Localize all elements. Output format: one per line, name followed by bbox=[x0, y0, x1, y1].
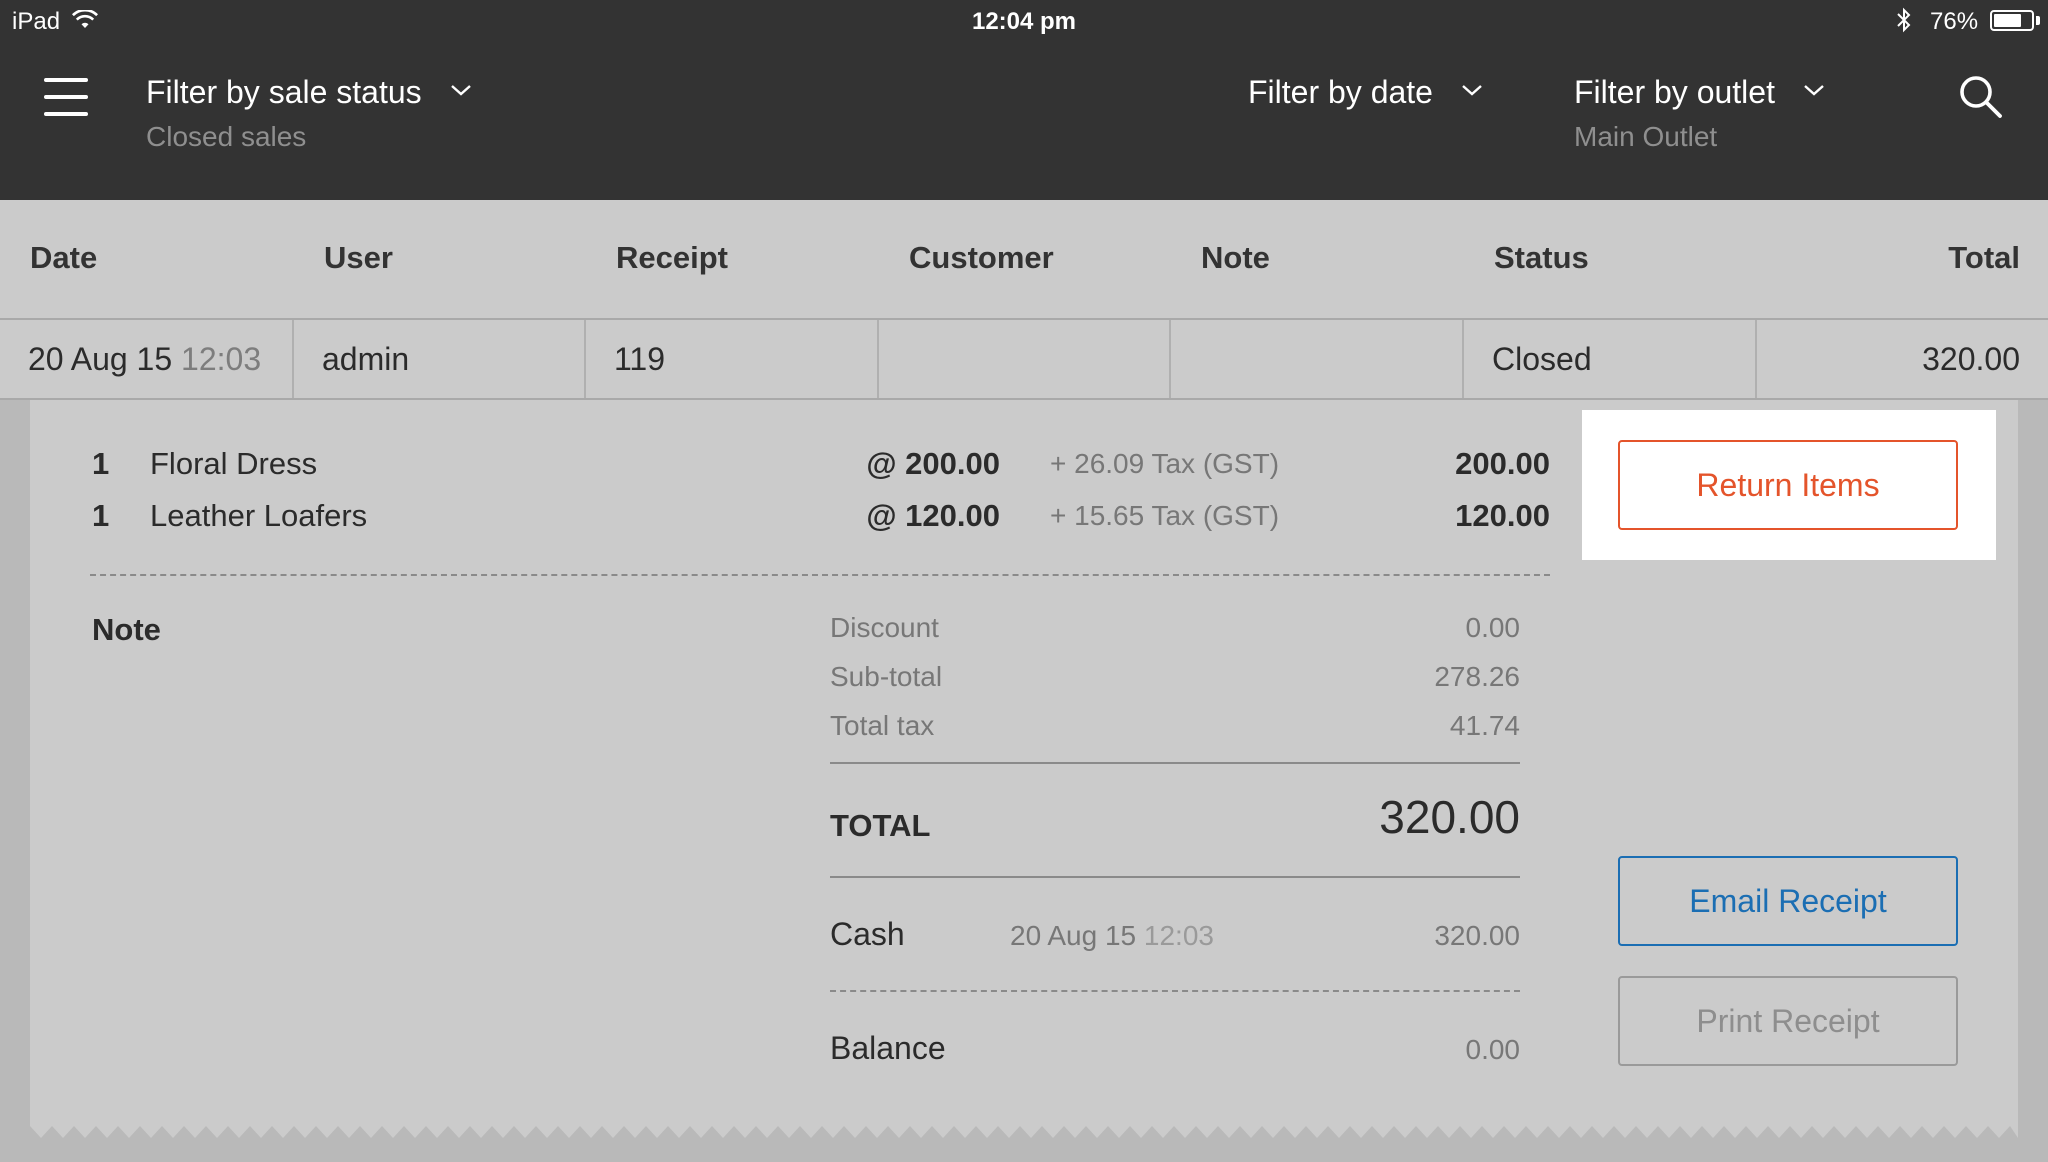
total-tax-row: Total tax 41.74 bbox=[830, 710, 1520, 750]
column-header-status[interactable]: Status bbox=[1494, 240, 1589, 276]
item-name: Floral Dress bbox=[150, 446, 318, 481]
search-icon[interactable] bbox=[1958, 74, 2004, 120]
payment-datetime: 20 Aug 15 12:03 bbox=[1010, 920, 1214, 952]
bluetooth-icon bbox=[1896, 7, 1912, 40]
payment-divider bbox=[830, 990, 1520, 992]
filter-outlet-label: Filter by outlet bbox=[1574, 74, 1775, 110]
item-unit-price: @ 120.00 bbox=[866, 498, 1000, 533]
battery-icon bbox=[1990, 10, 2034, 31]
summary-divider bbox=[830, 762, 1520, 764]
chevron-down-icon bbox=[1803, 83, 1825, 102]
chevron-down-icon bbox=[450, 83, 472, 102]
filter-sale-status-label: Filter by sale status bbox=[146, 74, 422, 110]
cell-note bbox=[1171, 320, 1464, 398]
battery-percent: 76% bbox=[1930, 8, 1979, 35]
balance-row: Balance 0.00 bbox=[830, 1030, 1520, 1074]
cell-status: Closed bbox=[1464, 320, 1757, 398]
column-header-user[interactable]: User bbox=[324, 240, 393, 276]
items-divider bbox=[90, 574, 1550, 576]
print-receipt-button[interactable]: Print Receipt bbox=[1618, 976, 1958, 1066]
cell-date: 20 Aug 15 12:03 bbox=[0, 320, 294, 398]
clock: 12:04 pm bbox=[971, 8, 1077, 35]
chevron-down-icon bbox=[1461, 83, 1483, 102]
sale-date: 20 Aug 15 bbox=[28, 341, 173, 377]
cell-total: 320.00 bbox=[1922, 341, 2020, 377]
cell-user: admin bbox=[294, 320, 586, 398]
payment-method: Cash bbox=[830, 916, 905, 952]
item-line-total: 120.00 bbox=[1455, 498, 1550, 533]
note-label: Note bbox=[92, 612, 161, 647]
item-quantity: 1 bbox=[92, 498, 110, 533]
line-item: 1 Leather Loafers @ 120.00 + 15.65 Tax (… bbox=[92, 498, 1550, 548]
payment-amount: 320.00 bbox=[1434, 920, 1520, 951]
filter-sale-status[interactable]: Filter by sale status Closed sales bbox=[146, 74, 472, 153]
total-divider bbox=[830, 876, 1520, 878]
column-header-receipt[interactable]: Receipt bbox=[616, 240, 728, 276]
hamburger-menu-icon[interactable] bbox=[44, 78, 88, 118]
subtotal-label: Sub-total bbox=[830, 661, 943, 692]
discount-value: 0.00 bbox=[1465, 612, 1521, 643]
filter-outlet-value: Main Outlet bbox=[1574, 121, 1718, 152]
item-name: Leather Loafers bbox=[150, 498, 368, 533]
cell-customer bbox=[879, 320, 1171, 398]
battery-nub bbox=[2036, 16, 2040, 25]
grand-total-row: TOTAL 320.00 bbox=[830, 790, 1520, 850]
item-quantity: 1 bbox=[92, 446, 110, 481]
payment-date: 20 Aug 15 bbox=[1010, 920, 1137, 951]
column-header-date[interactable]: Date bbox=[30, 240, 97, 276]
grand-total-value: 320.00 bbox=[1379, 791, 1520, 843]
item-unit-price: @ 200.00 bbox=[866, 446, 1000, 481]
sales-table-header: Date User Receipt Customer Note Status T… bbox=[0, 200, 2048, 320]
payment-time: 12:03 bbox=[1143, 920, 1214, 951]
grand-total-label: TOTAL bbox=[830, 808, 931, 843]
total-tax-label: Total tax bbox=[830, 710, 935, 741]
table-row[interactable]: 20 Aug 15 12:03 admin 119 Closed 320.00 bbox=[0, 320, 2048, 400]
item-tax: + 26.09 Tax (GST) bbox=[1050, 448, 1280, 479]
column-header-customer[interactable]: Customer bbox=[909, 240, 1054, 276]
email-receipt-button[interactable]: Email Receipt bbox=[1618, 856, 1958, 946]
sale-time: 12:03 bbox=[181, 341, 262, 377]
return-items-button[interactable]: Return Items bbox=[1618, 440, 1958, 530]
status-bar: iPad 12:04 pm 76% bbox=[0, 0, 2048, 42]
subtotal-row: Sub-total 278.26 bbox=[830, 661, 1520, 701]
top-bar: iPad 12:04 pm 76% Filter by sale status … bbox=[0, 0, 2048, 200]
column-header-note[interactable]: Note bbox=[1201, 240, 1270, 276]
discount-label: Discount bbox=[830, 612, 939, 643]
receipt-torn-edge bbox=[30, 1124, 2018, 1138]
line-item: 1 Floral Dress @ 200.00 + 26.09 Tax (GST… bbox=[92, 446, 1550, 496]
discount-row: Discount 0.00 bbox=[830, 612, 1520, 652]
balance-label: Balance bbox=[830, 1030, 946, 1066]
filter-date-label: Filter by date bbox=[1248, 74, 1433, 110]
cell-receipt: 119 bbox=[586, 320, 879, 398]
column-header-total[interactable]: Total bbox=[1948, 240, 2020, 276]
payment-row: Cash 20 Aug 15 12:03 320.00 bbox=[830, 916, 1520, 960]
subtotal-value: 278.26 bbox=[1434, 661, 1520, 692]
item-line-total: 200.00 bbox=[1455, 446, 1550, 481]
filter-date[interactable]: Filter by date bbox=[1248, 74, 1483, 111]
item-tax: + 15.65 Tax (GST) bbox=[1050, 500, 1280, 531]
filter-sale-status-value: Closed sales bbox=[146, 121, 307, 152]
filter-outlet[interactable]: Filter by outlet Main Outlet bbox=[1574, 74, 1825, 153]
balance-value: 0.00 bbox=[1465, 1034, 1521, 1065]
total-tax-value: 41.74 bbox=[1449, 710, 1520, 741]
return-items-highlight: Return Items bbox=[1582, 410, 1996, 560]
